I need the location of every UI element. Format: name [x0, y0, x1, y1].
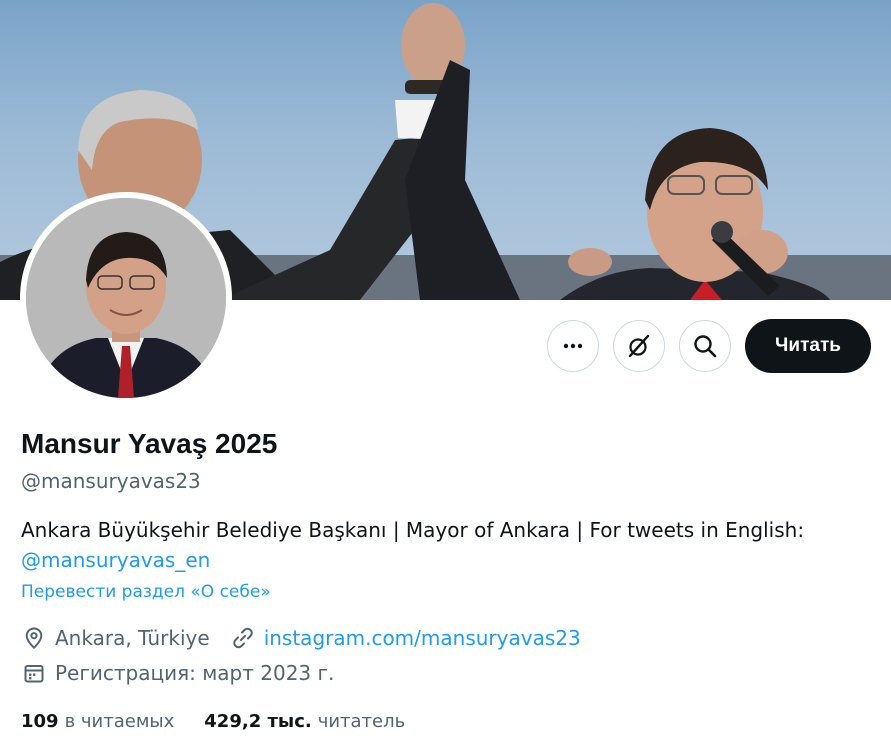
calendar-icon: [21, 660, 47, 686]
followers-stat-link[interactable]: 429,2 тыс. читатель: [204, 711, 405, 732]
profile-meta-row: Ankara, Türkiye instagram.com/mansuryava…: [21, 625, 581, 651]
following-count: 109: [21, 711, 59, 732]
more-options-button[interactable]: [547, 320, 599, 372]
following-label: в читаемых: [64, 711, 175, 732]
grok-slash-icon: [628, 334, 650, 358]
profile-bio: Ankara Büyükşehir Belediye Başkanı | May…: [21, 515, 871, 575]
location-pin-icon: [21, 625, 47, 651]
joined-date-text: Регистрация: март 2023 г.: [55, 661, 335, 685]
follow-button[interactable]: Читать: [745, 319, 871, 373]
grok-button[interactable]: [613, 320, 665, 372]
search-profile-button[interactable]: [679, 320, 731, 372]
bio-text: Ankara Büyükşehir Belediye Başkanı | May…: [21, 518, 805, 542]
display-name: Mansur Yavaş 2025: [21, 428, 278, 459]
more-horizontal-icon: [563, 343, 583, 349]
user-handle: @mansuryavas23: [21, 469, 201, 493]
following-stat-link[interactable]: 109 в читаемых: [21, 711, 174, 732]
followers-count: 429,2 тыс.: [204, 711, 312, 732]
joined-row: Регистрация: март 2023 г.: [21, 660, 334, 686]
location-text: Ankara, Türkiye: [55, 626, 210, 650]
link-icon: [230, 625, 256, 651]
profile-avatar[interactable]: [20, 192, 232, 404]
bio-mention-link[interactable]: @mansuryavas_en: [21, 545, 871, 575]
website-link[interactable]: instagram.com/mansuryavas23: [264, 626, 581, 650]
avatar-photo: [26, 198, 226, 398]
translate-bio-link[interactable]: Перевести раздел «О себе»: [21, 582, 271, 602]
profile-stats: 109 в читаемых 429,2 тыс. читатель: [21, 711, 435, 732]
search-icon: [694, 335, 717, 358]
followers-label: читатель: [317, 711, 406, 732]
